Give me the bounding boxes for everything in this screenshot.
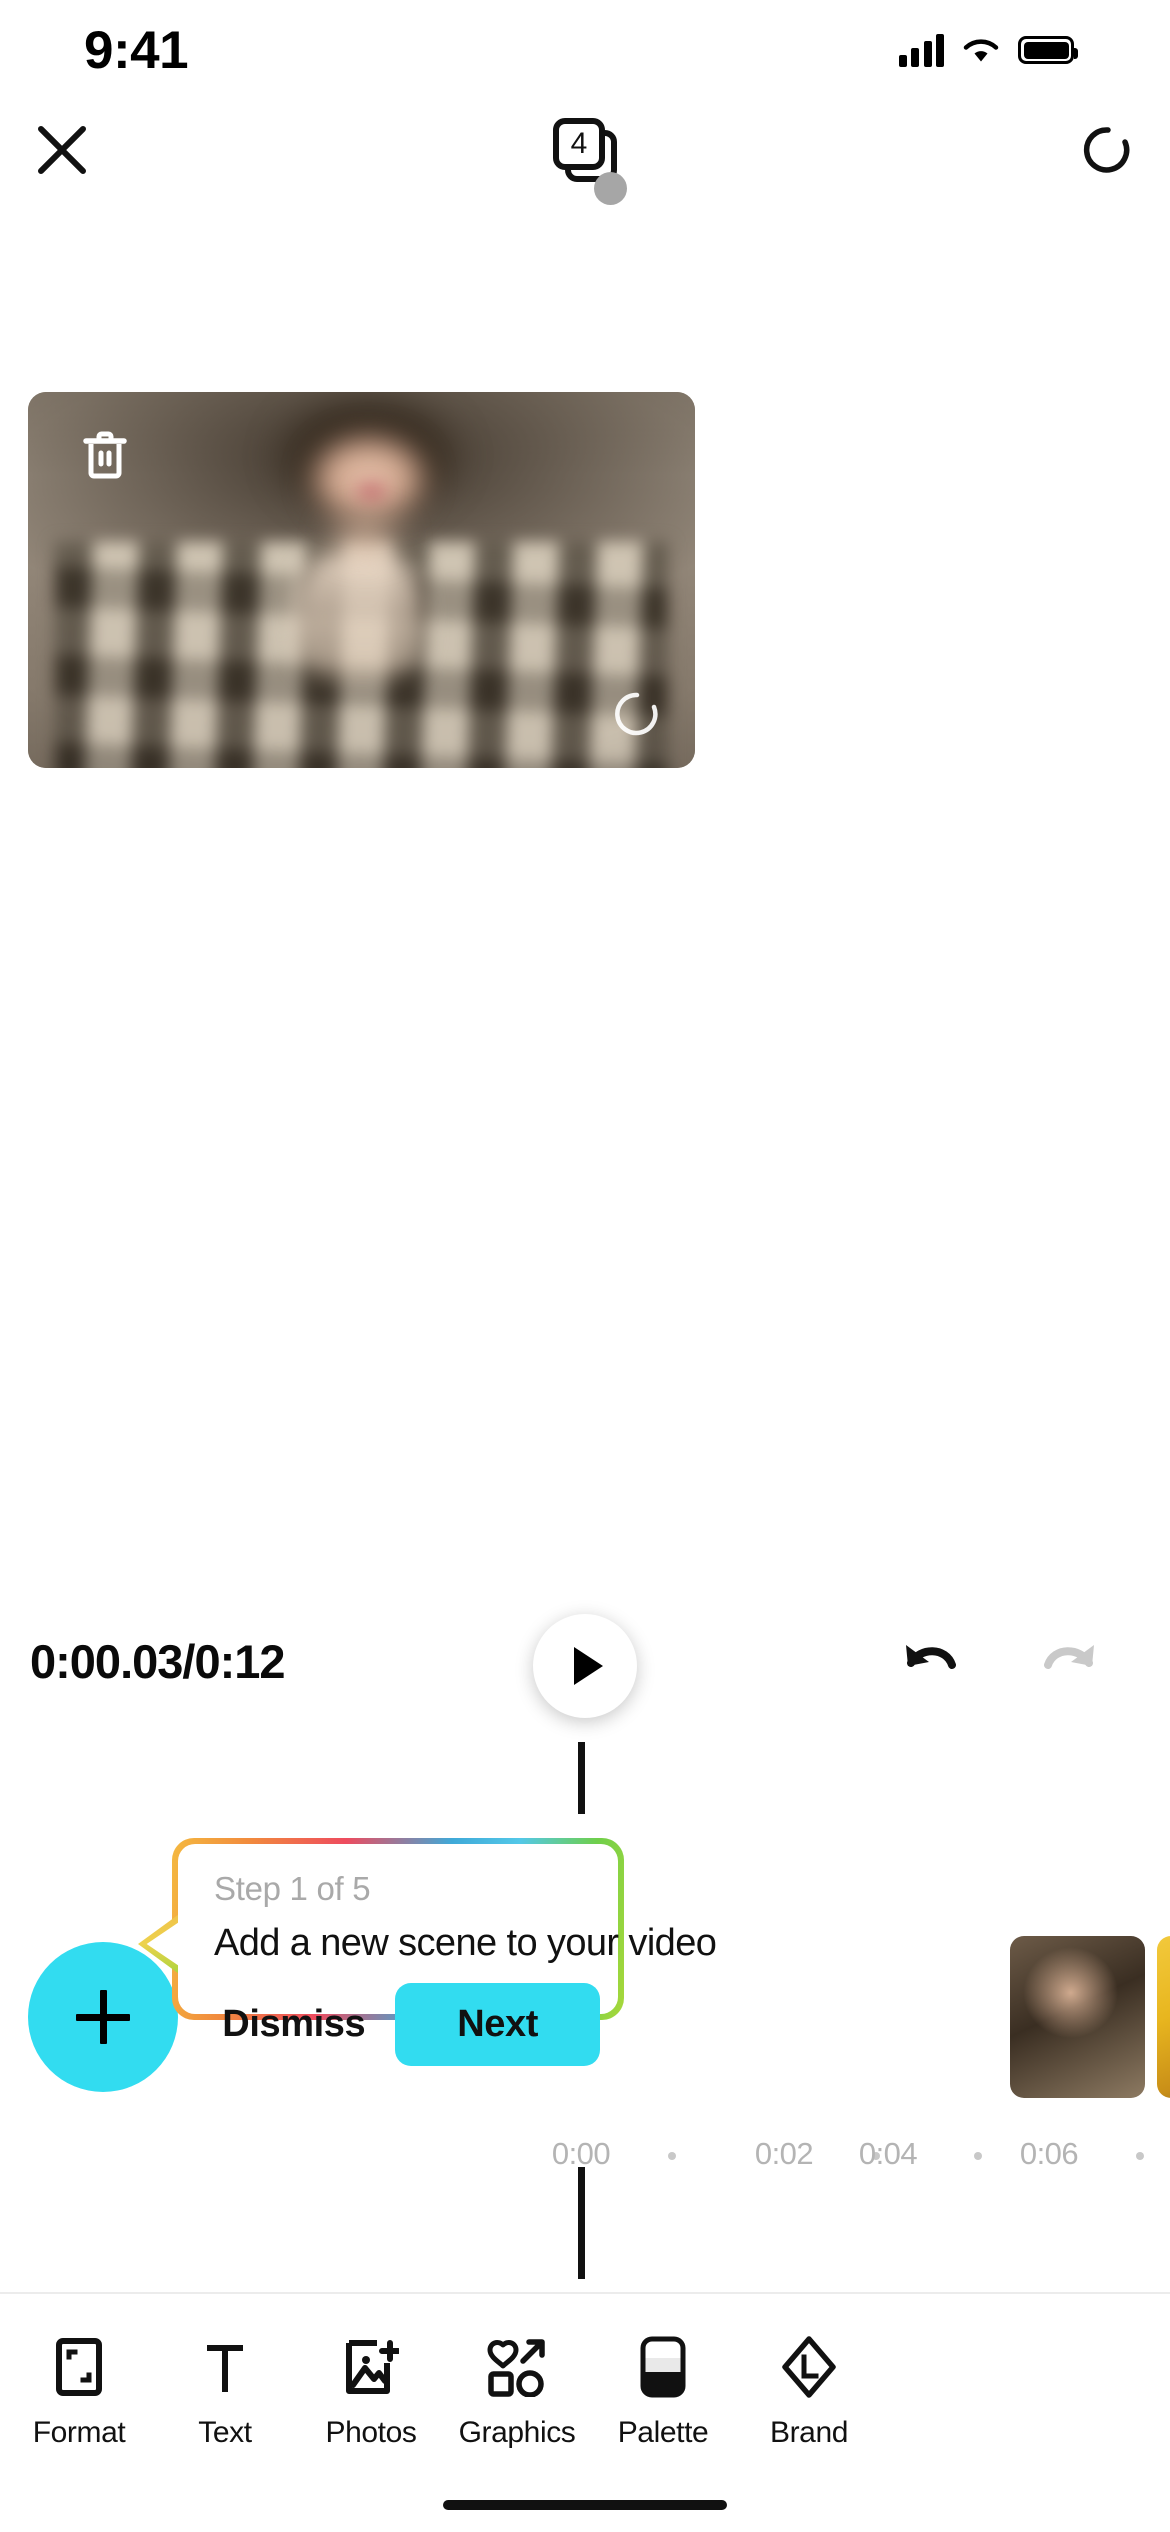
tooltip-body: Step 1 of 5 Add a new scene to your vide… [178,1844,717,2066]
brand-hexagon-icon [781,2336,837,2398]
tool-label-text: Text [198,2416,252,2449]
text-t-icon [200,2336,250,2398]
tool-photos[interactable]: Photos [298,2336,444,2450]
trash-icon [83,431,127,479]
close-button[interactable] [20,108,104,192]
delete-scene-button[interactable] [75,424,135,486]
redo-button[interactable] [1030,1632,1110,1704]
format-frame-icon [54,2336,104,2398]
battery-full-icon [1018,36,1078,64]
ruler-dot-0 [668,2152,676,2160]
timeline-ruler[interactable]: 0:00 0:02 0:04 0:06 [0,2136,1170,2190]
cellular-bars-icon [898,33,944,67]
nav-bar: 4 [0,100,1170,196]
loading-spinner-icon [615,692,658,736]
ruler-tick-3: 0:06 [1019,2136,1079,2171]
tooltip-gradient-border: Step 1 of 5 Add a new scene to your vide… [172,1838,717,2066]
onboarding-tooltip: Step 1 of 5 Add a new scene to your vide… [138,1838,717,2066]
playhead-upper[interactable] [578,1742,585,1814]
clip-thumbnail-1[interactable] [1010,1936,1145,2098]
wifi-icon [963,39,999,62]
redo-icon [1044,1645,1094,1669]
tooltip-title: Add a new scene to your video [214,1922,717,1964]
graphics-shapes-icon [487,2336,547,2398]
scene-count-label: 4 [553,118,605,170]
tool-label-palette: Palette [617,2416,709,2449]
video-canvas-area [28,392,1141,768]
undo-button[interactable] [890,1632,970,1704]
tool-brand[interactable]: Brand [736,2336,882,2450]
tool-graphics[interactable]: Graphics [444,2336,590,2450]
tool-label-brand: Brand [769,2416,849,2449]
ruler-dot-3 [1136,2152,1144,2160]
ruler-dot-2 [974,2152,982,2160]
dismiss-button[interactable]: Dismiss [214,1989,373,2060]
tool-text[interactable]: Text [152,2336,298,2450]
play-icon [574,1647,603,1685]
next-button[interactable]: Next [395,1983,600,2066]
clip-strip [1010,1936,1170,2098]
tool-label-photos: Photos [325,2416,417,2449]
tooltip-actions: Dismiss Next [214,1983,600,2066]
tool-format[interactable]: Format [6,2336,152,2450]
status-bar: 9:41 [0,0,1170,100]
play-button[interactable] [533,1614,637,1718]
bottom-toolbar: Format Text Photos Graphics Palette Bran… [0,2292,1170,2532]
tooltip-step-label: Step 1 of 5 [214,1870,371,1907]
status-time: 9:41 [84,20,189,80]
recording-status-dot [594,172,627,205]
ruler-tick-0: 0:00 [551,2136,611,2171]
tool-palette[interactable]: Palette [590,2336,736,2450]
reset-circular-arrow-icon [1083,127,1130,173]
tool-label-format: Format [32,2416,126,2449]
tooltip-pointer [134,1910,178,1978]
palette-swatch-icon [640,2336,686,2398]
status-icons [898,33,1078,67]
time-display: 0:00.03/0:12 [30,1635,286,1688]
home-indicator [443,2500,727,2510]
ruler-tick-2: 0:04 [858,2136,918,2171]
undo-icon [906,1645,956,1669]
ruler-tick-1: 0:02 [754,2136,814,2171]
reset-button[interactable] [1066,108,1150,192]
clip-thumbnail-2[interactable] [1157,1936,1170,2098]
scene-loading-button[interactable] [607,684,667,744]
playback-controls: 0:00.03/0:12 [0,1604,1170,1734]
tool-label-graphics: Graphics [458,2416,576,2449]
close-x-icon [38,126,86,174]
video-preview[interactable] [28,392,695,768]
photo-add-icon [343,2336,399,2398]
